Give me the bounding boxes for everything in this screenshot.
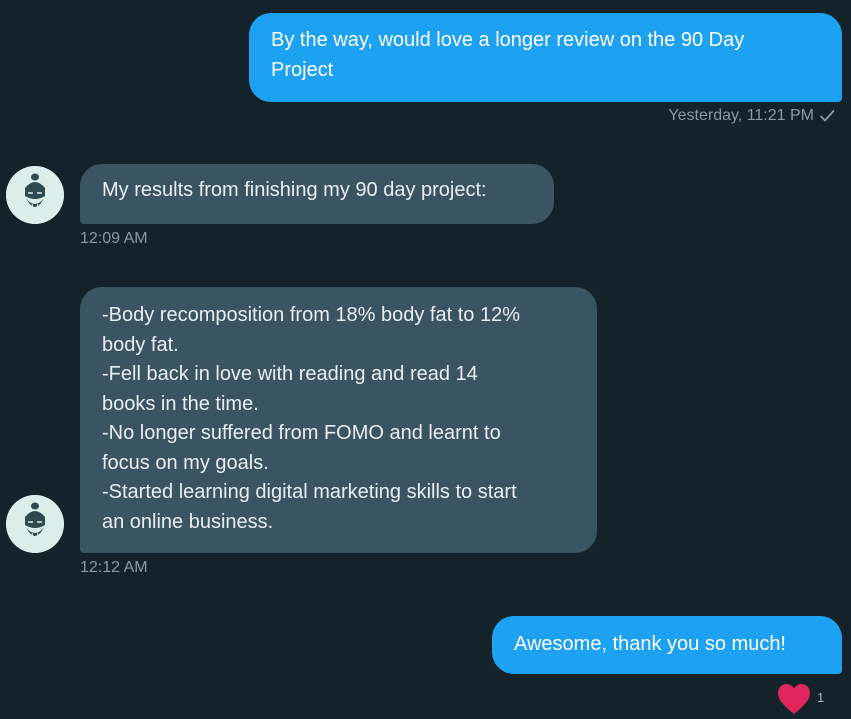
reaction[interactable]	[776, 682, 812, 719]
check-icon	[820, 110, 835, 122]
avatar[interactable]	[6, 166, 64, 224]
stoic-face-avatar-icon	[6, 166, 64, 224]
conversation-thread: By the way, would love a longer review o…	[0, 0, 851, 719]
message-bubble-sent[interactable]: Awesome, thank you so much!	[492, 616, 842, 674]
avatar[interactable]	[6, 495, 64, 553]
message-meta: Yesterday, 11:21 PM	[668, 107, 836, 125]
message-timestamp: 12:12 AM	[80, 559, 148, 576]
message-bubble-received[interactable]: My results from finishing my 90 day proj…	[80, 164, 554, 224]
heart-icon	[778, 684, 810, 714]
message-bubble-sent[interactable]: By the way, would love a longer review o…	[249, 13, 842, 102]
message-bubble-received[interactable]: -Body recomposition from 18% body fat to…	[80, 287, 597, 553]
message-timestamp: 12:09 AM	[80, 230, 148, 247]
stoic-face-avatar-icon	[6, 495, 64, 553]
reaction-count: 1	[817, 690, 825, 705]
message-timestamp: Yesterday, 11:21 PM	[668, 107, 814, 124]
